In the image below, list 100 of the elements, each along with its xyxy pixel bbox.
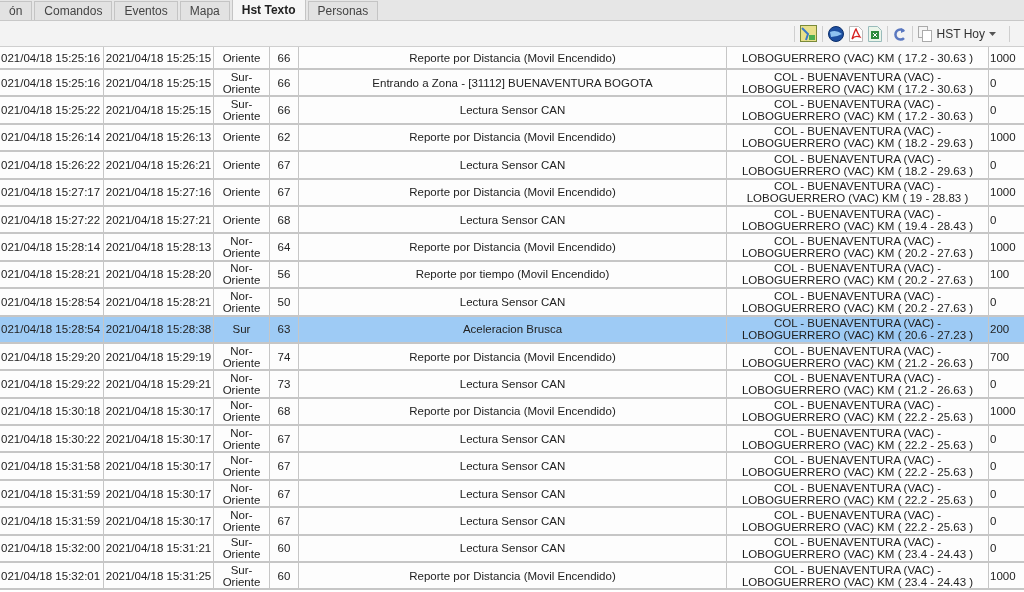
date-cell: 021/04/18 15:31:58	[1, 460, 101, 473]
event-cell: Lectura Sensor CAN	[459, 295, 566, 308]
date-cell: 2021/04/18 15:28:38	[105, 323, 212, 336]
number-cell: 0	[990, 460, 997, 473]
tab[interactable]: Comandos	[34, 1, 113, 20]
number-cell: 0	[990, 487, 997, 500]
event-cell: Reporte por tiempo (Movil Encendido)	[415, 268, 610, 281]
event-cell: Lectura Sensor CAN	[459, 158, 566, 171]
map-icon[interactable]	[799, 25, 817, 42]
direction-cell: Sur- Oriente	[222, 98, 261, 123]
date-cell: 2021/04/18 15:30:17	[105, 514, 212, 527]
spreadsheet-icon[interactable]	[867, 25, 882, 42]
location-cell: COL - BUENAVENTURA (VAC) - LOBOGUERRERO (VAC) KM ( 23.4 - 24.43 )	[741, 563, 974, 588]
event-cell: Lectura Sensor CAN	[459, 378, 566, 390]
date-cell: 2021/04/18 15:31:25	[105, 569, 212, 582]
direction-cell: Nor- Oriente	[222, 372, 261, 396]
date-cell: 021/04/18 15:31:59	[1, 487, 101, 500]
table-row[interactable]: 021/04/18 15:26:14 2021/04/18 15:26:13 Oriente 62 Reporte por Distancia (Movil Encendido) COL - BUENAVENTURA (VAC) - LOBOGUERRERO (VAC) KM ( 18.2 - 29.63 ) 1000	[0, 124, 1024, 153]
number-cell: 0	[990, 213, 997, 226]
date-cell: 2021/04/18 15:30:17	[105, 460, 212, 473]
number-cell: 73	[277, 378, 291, 390]
tab[interactable]: Eventos	[114, 1, 178, 20]
table-row[interactable]: 021/04/18 15:25:16 2021/04/18 15:25:15 Oriente 66 Reporte por Distancia (Movil Encendido) LOBOGUERRERO (VAC) KM ( 17.2 - 30.63 ) 1000	[0, 47, 1024, 70]
number-cell: 63	[277, 323, 291, 336]
event-cell: Lectura Sensor CAN	[459, 104, 566, 117]
number-cell: 67	[277, 186, 291, 199]
number-cell: 74	[277, 350, 291, 363]
date-cell: 2021/04/18 15:28:20	[105, 268, 212, 281]
direction-cell: Sur- Oriente	[222, 536, 261, 561]
date-cell: 2021/04/18 15:25:15	[105, 51, 212, 64]
date-cell: 2021/04/18 15:26:13	[105, 131, 212, 144]
date-cell: 2021/04/18 15:27:16	[105, 186, 212, 199]
table-row[interactable]: 021/04/18 15:26:22 2021/04/18 15:26:21 Oriente 67 Lectura Sensor CAN COL - BUENAVENTURA (VAC) - LOBOGUERRERO (VAC) KM ( 18.2 - 29.63 ) 0	[0, 152, 1024, 180]
location-cell: COL - BUENAVENTURA (VAC) - LOBOGUERRERO (VAC) KM ( 19.4 - 28.43 )	[741, 207, 974, 232]
number-cell: 1000	[990, 51, 1016, 64]
date-cell: 021/04/18 15:28:14	[1, 241, 101, 254]
location-cell: COL - BUENAVENTURA (VAC) - LOBOGUERRERO (VAC) KM ( 17.2 - 30.63 )	[741, 70, 974, 95]
number-cell: 60	[277, 569, 291, 582]
number-cell: 66	[277, 51, 291, 64]
location-cell: LOBOGUERRERO (VAC) KM ( 17.2 - 30.63 )	[741, 51, 974, 64]
direction-cell: Nor- Oriente	[222, 399, 261, 424]
number-cell: 0	[990, 432, 997, 445]
location-cell: COL - BUENAVENTURA (VAC) - LOBOGUERRERO (VAC) KM ( 20.2 - 27.63 )	[741, 235, 974, 260]
tab[interactable]: ón	[0, 1, 33, 20]
number-cell: 67	[277, 514, 291, 527]
date-cell: 2021/04/18 15:25:15	[105, 76, 212, 89]
tab[interactable]: Personas	[307, 1, 379, 20]
date-cell: 2021/04/18 15:26:21	[105, 158, 212, 171]
tab[interactable]: Mapa	[179, 1, 230, 20]
number-cell: 0	[990, 104, 997, 117]
event-cell: Reporte por Distancia (Movil Encendido)	[409, 186, 616, 199]
refresh-icon[interactable]	[892, 25, 907, 42]
direction-cell: Nor- Oriente	[222, 454, 261, 479]
number-cell: 200	[990, 323, 1010, 336]
date-cell: 021/04/18 15:28:21	[1, 268, 101, 281]
number-cell: 0	[990, 542, 997, 555]
date-cell: 2021/04/18 15:30:17	[105, 487, 212, 500]
event-cell: Lectura Sensor CAN	[459, 514, 566, 527]
number-cell: 66	[277, 76, 291, 89]
direction-cell: Nor- Oriente	[222, 235, 261, 260]
location-cell: COL - BUENAVENTURA (VAC) - LOBOGUERRERO (VAC) KM ( 18.2 - 29.63 )	[741, 125, 974, 150]
pdf-icon[interactable]	[848, 25, 863, 42]
direction-cell: Sur	[232, 323, 251, 336]
location-cell: COL - BUENAVENTURA (VAC) - LOBOGUERRERO (VAC) KM ( 20.2 - 27.63 )	[741, 262, 974, 287]
tab[interactable]: Hst Texto	[231, 0, 306, 20]
date-cell: 021/04/18 15:25:16	[1, 51, 101, 64]
date-cell: 021/04/18 15:32:01	[1, 569, 101, 582]
date-cell: 021/04/18 15:31:59	[1, 514, 101, 527]
date-cell: 021/04/18 15:30:18	[1, 405, 101, 418]
globe-icon[interactable]	[827, 25, 844, 42]
event-cell: Lectura Sensor CAN	[459, 213, 566, 226]
number-cell: 67	[277, 158, 291, 171]
location-cell: COL - BUENAVENTURA (VAC) - LOBOGUERRERO (VAC) KM ( 23.4 - 24.43 )	[741, 536, 974, 561]
location-cell: COL - BUENAVENTURA (VAC) - LOBOGUERRERO (VAC) KM ( 22.2 - 25.63 )	[741, 399, 974, 424]
hst-menu-button[interactable]: HST Hoy	[917, 24, 996, 43]
direction-cell: Nor- Oriente	[222, 344, 261, 369]
table-row[interactable]: 021/04/18 15:27:22 2021/04/18 15:27:21 Oriente 68 Lectura Sensor CAN COL - BUENAVENTURA (VAC) - LOBOGUERRERO (VAC) KM ( 19.4 - 28.43 ) 0	[0, 206, 1024, 235]
location-cell: COL - BUENAVENTURA (VAC) - LOBOGUERRERO (VAC) KM ( 20.2 - 27.63 )	[741, 289, 974, 314]
date-cell: 021/04/18 15:30:22	[1, 432, 101, 445]
direction-cell: Sur- Oriente	[222, 563, 261, 588]
event-cell: Aceleracion Brusca	[462, 323, 563, 336]
number-cell: 64	[277, 241, 291, 254]
table-row[interactable]: 021/04/18 15:27:17 2021/04/18 15:27:16 Oriente 67 Reporte por Distancia (Movil Encendido) COL - BUENAVENTURA (VAC) - LOBOGUERRERO (VAC) KM ( 19 - 28.83 ) 1000	[0, 179, 1024, 207]
date-cell: 021/04/18 15:25:22	[1, 104, 101, 117]
direction-cell: Oriente	[222, 158, 261, 171]
location-cell: COL - BUENAVENTURA (VAC) - LOBOGUERRERO (VAC) KM ( 22.2 - 25.63 )	[741, 481, 974, 506]
number-cell: 1000	[990, 405, 1016, 418]
number-cell: 67	[277, 487, 291, 500]
direction-cell: Nor- Oriente	[222, 426, 261, 451]
event-cell: Reporte por Distancia (Movil Encendido)	[409, 131, 616, 144]
location-cell: COL - BUENAVENTURA (VAC) - LOBOGUERRERO (VAC) KM ( 22.2 - 25.63 )	[741, 454, 974, 479]
direction-cell: Nor- Oriente	[222, 481, 261, 506]
date-cell: 021/04/18 15:28:54	[1, 323, 101, 336]
location-cell: COL - BUENAVENTURA (VAC) - LOBOGUERRERO (VAC) KM ( 22.2 - 25.63 )	[741, 508, 974, 533]
location-cell: COL - BUENAVENTURA (VAC) - LOBOGUERRERO (VAC) KM ( 21.2 - 26.63 )	[741, 344, 974, 369]
number-cell: 1000	[990, 241, 1016, 254]
event-cell: Reporte por Distancia (Movil Encendido)	[409, 350, 616, 363]
table-row[interactable]: 021/04/18 15:28:54 2021/04/18 15:28:38 Sur 63 Aceleracion Brusca COL - BUENAVENTURA (VAC) - LOBOGUERRERO (VAC) KM ( 20.6 - 27.23 ) 200	[0, 316, 1024, 344]
event-cell: Lectura Sensor CAN	[459, 542, 566, 555]
direction-cell: Nor- Oriente	[222, 262, 261, 287]
